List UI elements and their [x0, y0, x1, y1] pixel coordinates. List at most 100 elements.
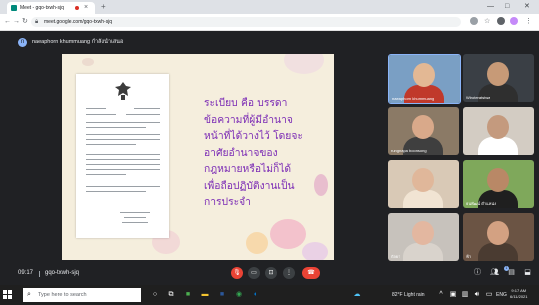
present-icon[interactable]: ⊡ — [265, 267, 277, 279]
more-icon[interactable]: ⋮ — [283, 267, 295, 279]
participant-face — [487, 168, 509, 192]
url-text[interactable]: meet.google.com/gqo-txwh-sjq — [44, 18, 112, 26]
participant-name: ธนพัฒน์ ตำแหน่ง — [466, 201, 497, 206]
file-explorer-icon[interactable]: ▬ — [200, 290, 210, 300]
chat-icon[interactable]: ▤ — [506, 267, 517, 278]
meeting-clock: 09:17 — [18, 270, 34, 276]
slide-line: เพื่อถือปฏิบัติงานเป็น — [204, 179, 295, 192]
browser-tab[interactable]: Meet - gqo-txwh-sjq × — [7, 2, 95, 14]
edge-icon[interactable]: ◐ — [251, 290, 261, 300]
app-icon[interactable]: ■ — [217, 290, 227, 300]
recording-dot-icon — [75, 6, 79, 10]
participant-name: กัลยา — [391, 254, 401, 259]
end-call-icon[interactable]: ☎︎ — [302, 267, 320, 279]
participant-tile[interactable]: Wiroteratstwa — [463, 54, 534, 102]
participant-body — [404, 85, 444, 103]
bookmark-star-icon[interactable]: ☆ — [484, 17, 490, 26]
presenter-banner: n naeaphorn khummuang กำลังนำเสนอ — [18, 38, 308, 49]
language-indicator[interactable]: ENG — [496, 290, 507, 300]
flower-decoration-icon — [270, 219, 306, 249]
people-icon[interactable]: 👥︎ — [489, 267, 500, 278]
meet-favicon-icon — [11, 5, 17, 11]
clock-date: 6/11/2021 — [510, 294, 528, 299]
participant-tile[interactable]: ธนพัฒน์ ตำแหน่ง — [463, 160, 534, 208]
participant-face — [487, 221, 509, 245]
participant-tile[interactable]: กัลยา — [388, 213, 459, 261]
activities-icon[interactable]: ⬓ — [522, 267, 533, 278]
tray-chevron-icon[interactable]: ^ — [436, 290, 446, 300]
tab-close-button[interactable]: × — [84, 2, 88, 13]
participant-face — [487, 62, 509, 86]
taskbar-search-box[interactable]: ⌕ Type here to search — [23, 288, 141, 302]
forward-icon[interactable]: → — [13, 17, 20, 26]
cortana-icon[interactable]: ○ — [150, 290, 160, 300]
slide-line: หน้าที่ได้วางไว้ โดยจะ — [204, 130, 303, 142]
app-icon[interactable]: ■ — [183, 290, 193, 300]
battery-icon[interactable]: ▭ — [484, 290, 494, 300]
slide-line: ระเบียบ คือ บรรดา — [204, 97, 288, 109]
participant-name: Wiroteratstwa — [466, 95, 491, 100]
participant-name: ฟ้า — [466, 254, 472, 259]
slide-line: ข้อความที่ผู้มีอำนาจ — [204, 113, 293, 126]
browser-toolbar: ← → ↻ 🔒︎ meet.google.com/gqo-txwh-sjq ☆ … — [0, 14, 539, 31]
browser-tab-strip: Meet - gqo-txwh-sjq × + — □ ✕ — [0, 0, 539, 14]
slide-line: อาศัยอำนาจของ — [204, 146, 278, 159]
presenter-avatar: n — [18, 38, 27, 47]
profile-avatar[interactable] — [510, 17, 518, 25]
volume-icon[interactable]: 🔊︎ — [472, 290, 482, 300]
back-icon[interactable]: ← — [4, 17, 11, 26]
search-placeholder: Type here to search — [38, 292, 87, 298]
participant-tile[interactable] — [388, 160, 459, 208]
new-tab-button[interactable]: + — [101, 1, 106, 12]
weather-icon[interactable]: ☁︎ — [352, 290, 362, 300]
tray-app-icon[interactable]: ▣ — [448, 290, 458, 300]
minimize-button[interactable]: — — [487, 1, 494, 12]
participant-face — [487, 115, 509, 139]
slide-definition-text: ระเบียบ คือ บรรดา ข้อความที่ผู้มีอำนาจ ห… — [204, 95, 334, 211]
participant-face — [413, 63, 435, 87]
taskbar-clock[interactable]: 9:17 AM 6/11/2021 — [510, 288, 528, 300]
divider — [39, 271, 40, 277]
flower-decoration-icon — [284, 54, 324, 74]
participant-tile[interactable]: naeaphorn khummuang — [388, 54, 461, 104]
search-icon: ⌕ — [27, 291, 31, 298]
browser-menu-icon[interactable]: ⋮ — [525, 17, 532, 26]
flower-decoration-icon — [82, 58, 94, 66]
participant-tile[interactable]: ฟ้า — [463, 213, 534, 261]
flower-decoration-icon — [302, 242, 328, 260]
windows-taskbar: ⌕ Type here to search ○ ⧉ ■ ▬ ■ ◉ ◐ ☁︎ 8… — [0, 285, 539, 305]
presenter-label: naeaphorn khummuang กำลังนำเสนอ — [32, 39, 124, 45]
participant-body — [478, 137, 518, 155]
slide-line: การประจำ — [204, 196, 251, 208]
lock-icon[interactable]: 🔒︎ — [35, 18, 38, 26]
participant-tile[interactable]: rungnapa boonsong — [388, 107, 459, 155]
participant-face — [412, 115, 434, 139]
extensions-puzzle-icon[interactable] — [497, 17, 505, 25]
windows-start-icon[interactable] — [3, 290, 13, 300]
presentation-slide: ระเบียบ คือ บรรดา ข้อความที่ผู้มีอำนาจ ห… — [62, 54, 334, 260]
reload-icon[interactable]: ↻ — [22, 17, 28, 26]
participant-body — [403, 243, 443, 261]
maximize-button[interactable]: □ — [505, 1, 509, 12]
participant-face — [412, 221, 434, 245]
participant-tile[interactable] — [463, 107, 534, 155]
participant-name: naeaphorn khummuang — [392, 96, 435, 101]
participant-name: rungnapa boonsong — [391, 148, 427, 153]
camera-icon[interactable]: ▭ — [248, 267, 260, 279]
network-icon[interactable]: ▥ — [460, 290, 470, 300]
mic-off-icon[interactable]: 🎙︎ — [231, 267, 243, 279]
slide-line: กฎหมายหรือไม่ก็ได้ — [204, 163, 292, 175]
info-icon[interactable]: ⓘ — [472, 267, 483, 278]
garuda-seal-icon — [115, 82, 131, 100]
weather-text[interactable]: 82°F Light rain — [392, 290, 425, 300]
address-bar[interactable]: 🔒︎ meet.google.com/gqo-txwh-sjq — [31, 17, 461, 27]
tab-title: Meet - gqo-txwh-sjq — [20, 5, 64, 11]
participant-face — [412, 168, 434, 192]
participant-body — [478, 243, 518, 261]
task-view-icon[interactable]: ⧉ — [166, 290, 176, 300]
flower-decoration-icon — [246, 232, 268, 254]
close-window-button[interactable]: ✕ — [524, 1, 530, 12]
extension-icon[interactable] — [470, 17, 478, 25]
meeting-code[interactable]: gqo-txwh-sjq — [45, 268, 79, 278]
chrome-icon[interactable]: ◉ — [234, 290, 244, 300]
